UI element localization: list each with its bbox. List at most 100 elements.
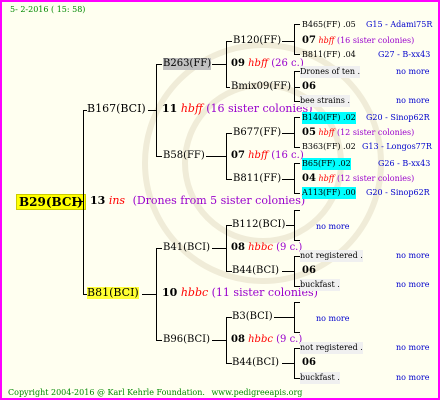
connector — [226, 87, 230, 88]
root-bee[interactable]: B29(BCI) — [16, 194, 86, 210]
g2-d-note: (9 c.) — [276, 334, 303, 345]
connector — [206, 156, 226, 157]
connector — [226, 225, 227, 271]
footer: Copyright 2004-2016 @ Karl Kehrle Founda… — [8, 387, 302, 398]
g2-d-bee[interactable]: B96(BCI) — [163, 334, 210, 346]
connector — [282, 179, 294, 180]
g3-a1-note: (16 sister colonies) — [336, 36, 415, 45]
g3-c1-bee[interactable]: B112(BCI) — [232, 219, 285, 231]
connector — [226, 41, 227, 87]
g3-b1-number: 05 — [302, 127, 316, 138]
connector — [156, 64, 162, 65]
connector — [156, 156, 162, 157]
g1-top-bee[interactable]: B167(BCI) — [87, 103, 146, 115]
g1-bottom-mating-type: hbbc — [180, 286, 209, 299]
connector — [142, 294, 156, 295]
connector — [274, 317, 294, 318]
g4-row-extra: no more — [396, 251, 430, 260]
connector — [282, 363, 294, 364]
g4-row-extra: no more — [396, 67, 430, 76]
g4-row-extra: no more — [396, 280, 430, 289]
connector — [156, 248, 162, 249]
g4-row-extra: G13 - Longos77R — [362, 142, 432, 151]
connector — [226, 179, 232, 180]
g2-c-number: 08 — [231, 242, 245, 253]
g4-row: Drones of ten . — [300, 66, 361, 78]
root-number: 13 — [90, 194, 106, 207]
connector — [294, 332, 300, 333]
connector — [294, 54, 300, 55]
connector — [212, 340, 226, 341]
g4-row-extra: no more — [396, 373, 430, 382]
connector — [282, 41, 294, 42]
connector — [212, 64, 226, 65]
g3-b2-number: 04 — [302, 173, 316, 184]
g2-a-bee[interactable]: B263(FF) — [163, 58, 212, 70]
g3-d2-bee[interactable]: B44(BCI) — [232, 357, 279, 369]
footer-url[interactable]: www.pedigreeapis.org — [211, 388, 302, 397]
root-mating-type: ins — [108, 194, 126, 207]
g4-row-extra: G20 - Sinop62R — [366, 113, 430, 122]
g1-top-note: (16 sister colonies) — [206, 102, 313, 115]
connector — [294, 348, 295, 378]
g3-b1-bee[interactable]: B677(FF) — [233, 127, 281, 139]
g3-a1-mating-type: hbff — [318, 36, 335, 45]
g2-a-mating-type: hbff — [248, 58, 269, 69]
g1-bottom-number: 10 — [162, 286, 178, 299]
g4-row: B465(FF) .05 — [302, 20, 356, 29]
connector — [226, 317, 227, 363]
g1-top-number: 11 — [162, 102, 178, 115]
g2-a-note: (26 c.) — [271, 58, 304, 69]
connector — [294, 117, 295, 147]
connector — [294, 163, 300, 164]
connector — [294, 163, 295, 193]
g4-row: B363(FF) .02 — [302, 142, 356, 151]
g3-c2-bee[interactable]: B44(BCI) — [232, 265, 279, 277]
g4-row: B65(FF) .02 — [302, 158, 351, 170]
g3-a1-number: 07 — [302, 35, 316, 46]
connector — [294, 302, 300, 303]
connector — [294, 256, 295, 286]
connector — [294, 117, 300, 118]
connector — [148, 110, 156, 111]
g4-row-extra: no more — [316, 222, 350, 231]
g2-d-mating-type: hbbc — [248, 334, 273, 345]
g2-c-mating-type: hbbc — [248, 242, 273, 253]
connector — [156, 340, 162, 341]
connector — [226, 41, 232, 42]
connector — [294, 71, 295, 101]
g4-row-extra: G15 - Adami75R — [366, 20, 433, 29]
g3-a2-number: 06 — [302, 81, 316, 92]
g3-b2-bee[interactable]: B811(FF) — [233, 173, 281, 185]
g4-row: buckfast . — [300, 372, 340, 384]
connector — [294, 302, 295, 332]
g1-top-mating-type: hbff — [180, 102, 203, 115]
connector — [226, 133, 227, 179]
g3-c2-number: 06 — [302, 265, 316, 276]
g3-d1-bee[interactable]: B3(BCI) — [232, 311, 273, 323]
g2-d-number: 08 — [231, 334, 245, 345]
g2-b-mating-type: hbff — [248, 150, 269, 161]
connector — [282, 133, 294, 134]
g4-row: A113(FF) .00 — [302, 187, 356, 199]
g3-a1-bee[interactable]: B120(FF) — [233, 35, 281, 47]
connector — [212, 248, 226, 249]
g3-b1-mating-type: hbff — [318, 128, 335, 137]
g4-row: bee strains . — [300, 95, 350, 107]
connector — [156, 64, 157, 156]
pedigree-frame: 5- 2-2016 ( 15: 58) B29(BCI) 13 ins (Dro… — [0, 0, 440, 400]
connector — [294, 147, 300, 148]
connector — [282, 271, 294, 272]
g3-a2-bee[interactable]: Bmix09(FF) — [231, 81, 291, 93]
g2-b-note: (16 c.) — [271, 150, 304, 161]
g3-b1-note: (12 sister colonies) — [336, 128, 415, 137]
connector — [226, 133, 232, 134]
header-date: 5- 2-2016 ( 15: 58) — [10, 5, 86, 14]
g4-row-extra: G20 - Sinop62R — [366, 188, 430, 197]
g2-b-number: 07 — [231, 150, 245, 161]
g1-bottom-bee[interactable]: B81(BCI) — [87, 287, 139, 299]
g2-c-bee[interactable]: B41(BCI) — [163, 242, 210, 254]
g2-b-bee[interactable]: B58(FF) — [163, 150, 205, 162]
connector — [294, 24, 300, 25]
g2-a-number: 09 — [231, 58, 245, 69]
